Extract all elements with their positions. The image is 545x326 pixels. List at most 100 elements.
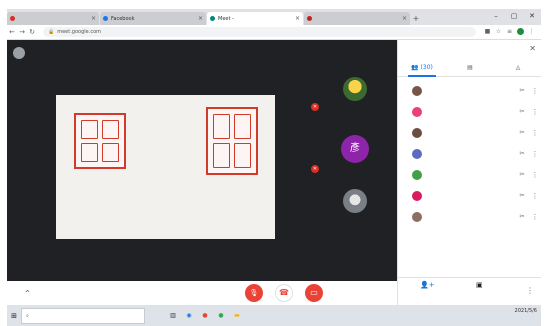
maximize-button[interactable]: ▢ — [505, 9, 523, 23]
people-icon: 👥 — [411, 64, 419, 71]
tab-people[interactable]: 👥 (30) — [398, 60, 446, 77]
list-item[interactable]: ✂ ⋮ — [398, 122, 541, 143]
add-people-button[interactable]: 👤+ — [420, 281, 435, 289]
more-options-icon[interactable]: ⋮ — [528, 150, 541, 158]
facebook-icon — [103, 16, 108, 21]
list-item[interactable]: ✂ ⋮ — [398, 206, 541, 227]
browser-tab[interactable]: Facebook × — [100, 12, 206, 25]
tab-chat[interactable]: ▤ — [446, 60, 494, 76]
meet-icon — [210, 16, 215, 21]
toolbar-icons: ■ ☆ ≡ ⋮ — [482, 27, 537, 37]
close-tab-icon[interactable]: × — [91, 15, 96, 22]
minimize-button[interactable]: – — [487, 9, 505, 23]
mic-off-icon: 🎙 — [249, 289, 259, 297]
close-window-button[interactable]: ✕ — [523, 9, 541, 23]
add-person-icon: 👤+ — [420, 281, 435, 289]
participant-tile[interactable]: 彥 ✕ — [307, 127, 395, 179]
new-tab-button[interactable]: + — [411, 12, 421, 25]
mic-off-icon: ✕ — [311, 165, 319, 173]
menu-icon[interactable]: ⋮ — [526, 28, 537, 37]
mic-off-icon: ✂ — [519, 213, 525, 220]
list-item[interactable]: ✂ ⋮ — [398, 164, 541, 185]
participants-panel: ✕ 👥 (30) ▤ ◬ ✂ ⋮ ✂ ⋮ ✂ ⋮ ✂ ⋮ ✂ ⋮ ✂ ⋮ ✂ ⋮… — [397, 40, 541, 305]
more-options-icon[interactable]: ⋮ — [528, 129, 541, 137]
more-options-icon[interactable]: ⋮ — [528, 213, 541, 221]
more-vert-icon: ⋮ — [526, 286, 534, 295]
extensions-icon[interactable]: ≡ — [504, 28, 515, 37]
more-options-icon[interactable]: ⋮ — [528, 108, 541, 116]
clock-date[interactable]: 2021/5/6 — [515, 308, 537, 315]
panel-tabs: 👥 (30) ▤ ◬ — [398, 60, 541, 77]
mic-toggle-button[interactable]: 🎙 — [245, 284, 263, 302]
avatar — [412, 190, 422, 201]
mic-off-icon: ✂ — [519, 150, 525, 157]
windows-taskbar: ⊞ ⌕ ▥ ◉ ● ● ▬ 2021/5/6 — [7, 305, 541, 326]
taskbar-search-input[interactable]: ⌕ — [21, 307, 145, 324]
file-explorer-icon[interactable]: ▬ — [229, 312, 245, 319]
list-item[interactable]: ✂ ⋮ — [398, 143, 541, 164]
mic-off-icon: ✂ — [519, 171, 525, 178]
address-bar[interactable]: 🔒 meet.google.com — [43, 27, 476, 37]
close-tab-icon[interactable]: × — [402, 15, 407, 22]
list-item[interactable]: ✂ ⋮ — [398, 80, 541, 101]
presenter-avatar — [13, 47, 25, 59]
present-now-button[interactable]: ▣ — [476, 281, 483, 289]
more-options-button[interactable]: ⋮ — [526, 286, 534, 295]
presenter-banner — [13, 45, 31, 61]
camera-permission-icon[interactable]: ■ — [482, 28, 493, 37]
list-item[interactable]: ✂ ⋮ — [398, 185, 541, 206]
avatar — [412, 85, 422, 96]
browser-toolbar: ← → ↻ 🔒 meet.google.com ■ ☆ ≡ ⋮ — [7, 25, 541, 40]
close-tab-icon[interactable]: × — [198, 15, 203, 22]
camera-toggle-button[interactable]: ▭ — [305, 284, 323, 302]
list-item[interactable]: ✂ ⋮ — [398, 101, 541, 122]
meet-stage: ✕ 彥 ✕ — [7, 40, 397, 281]
more-options-icon[interactable]: ⋮ — [528, 171, 541, 179]
chrome-icon[interactable]: ● — [213, 312, 229, 319]
favicon-icon — [10, 16, 15, 21]
edge-icon[interactable]: ◉ — [181, 312, 197, 319]
shared-screen — [56, 95, 275, 239]
close-tab-icon[interactable]: × — [295, 15, 300, 22]
screen: × Facebook × Meet - × × + – ▢ ✕ ← → ↻ 🔒 — [7, 9, 541, 326]
chat-icon: ▤ — [467, 64, 473, 71]
chevron-up-icon: ^ — [25, 289, 31, 297]
forward-icon[interactable]: → — [17, 28, 27, 36]
camera-off-icon: ▭ — [310, 288, 318, 297]
meeting-details-button[interactable]: ^ — [21, 290, 30, 297]
browser-tab[interactable]: × — [304, 12, 410, 25]
profile-avatar[interactable] — [515, 27, 526, 37]
address-text: meet.google.com — [57, 29, 102, 35]
tab-title: Facebook — [111, 15, 135, 22]
windows-start-icon[interactable]: ⊞ — [7, 312, 21, 320]
window-controls: – ▢ ✕ — [487, 9, 541, 23]
tab-title: Meet - — [218, 15, 234, 22]
back-icon[interactable]: ← — [7, 28, 17, 36]
browser-tab-active[interactable]: Meet - × — [207, 12, 303, 25]
seal-image-left — [74, 113, 126, 169]
gmail-icon — [307, 16, 312, 21]
avatar — [412, 106, 422, 117]
browser-tab[interactable]: × — [7, 12, 99, 25]
participant-tile[interactable] — [307, 187, 395, 239]
bookmark-star-icon[interactable]: ☆ — [493, 28, 504, 37]
mic-off-icon: ✂ — [519, 129, 525, 136]
present-screen-icon: ▣ — [476, 281, 483, 289]
reload-icon[interactable]: ↻ — [27, 28, 37, 36]
more-options-icon[interactable]: ⋮ — [528, 87, 541, 95]
mic-off-icon: ✂ — [519, 192, 525, 199]
participant-photo — [343, 189, 367, 213]
mic-off-icon: ✂ — [519, 87, 525, 94]
tab-activities[interactable]: ◬ — [494, 60, 541, 76]
task-view-icon[interactable]: ▥ — [165, 312, 181, 319]
avatar — [412, 127, 422, 138]
close-icon[interactable]: ✕ — [529, 44, 536, 53]
participant-tile[interactable]: ✕ — [307, 75, 395, 127]
more-options-icon[interactable]: ⋮ — [528, 192, 541, 200]
mic-off-icon: ✕ — [311, 103, 319, 111]
chrome-icon[interactable]: ● — [197, 312, 213, 319]
participant-avatar: 彥 — [341, 135, 369, 163]
lock-icon: 🔒 — [48, 29, 55, 35]
mic-off-icon: ✂ — [519, 108, 525, 115]
leave-call-button[interactable]: ☎ — [275, 284, 293, 302]
